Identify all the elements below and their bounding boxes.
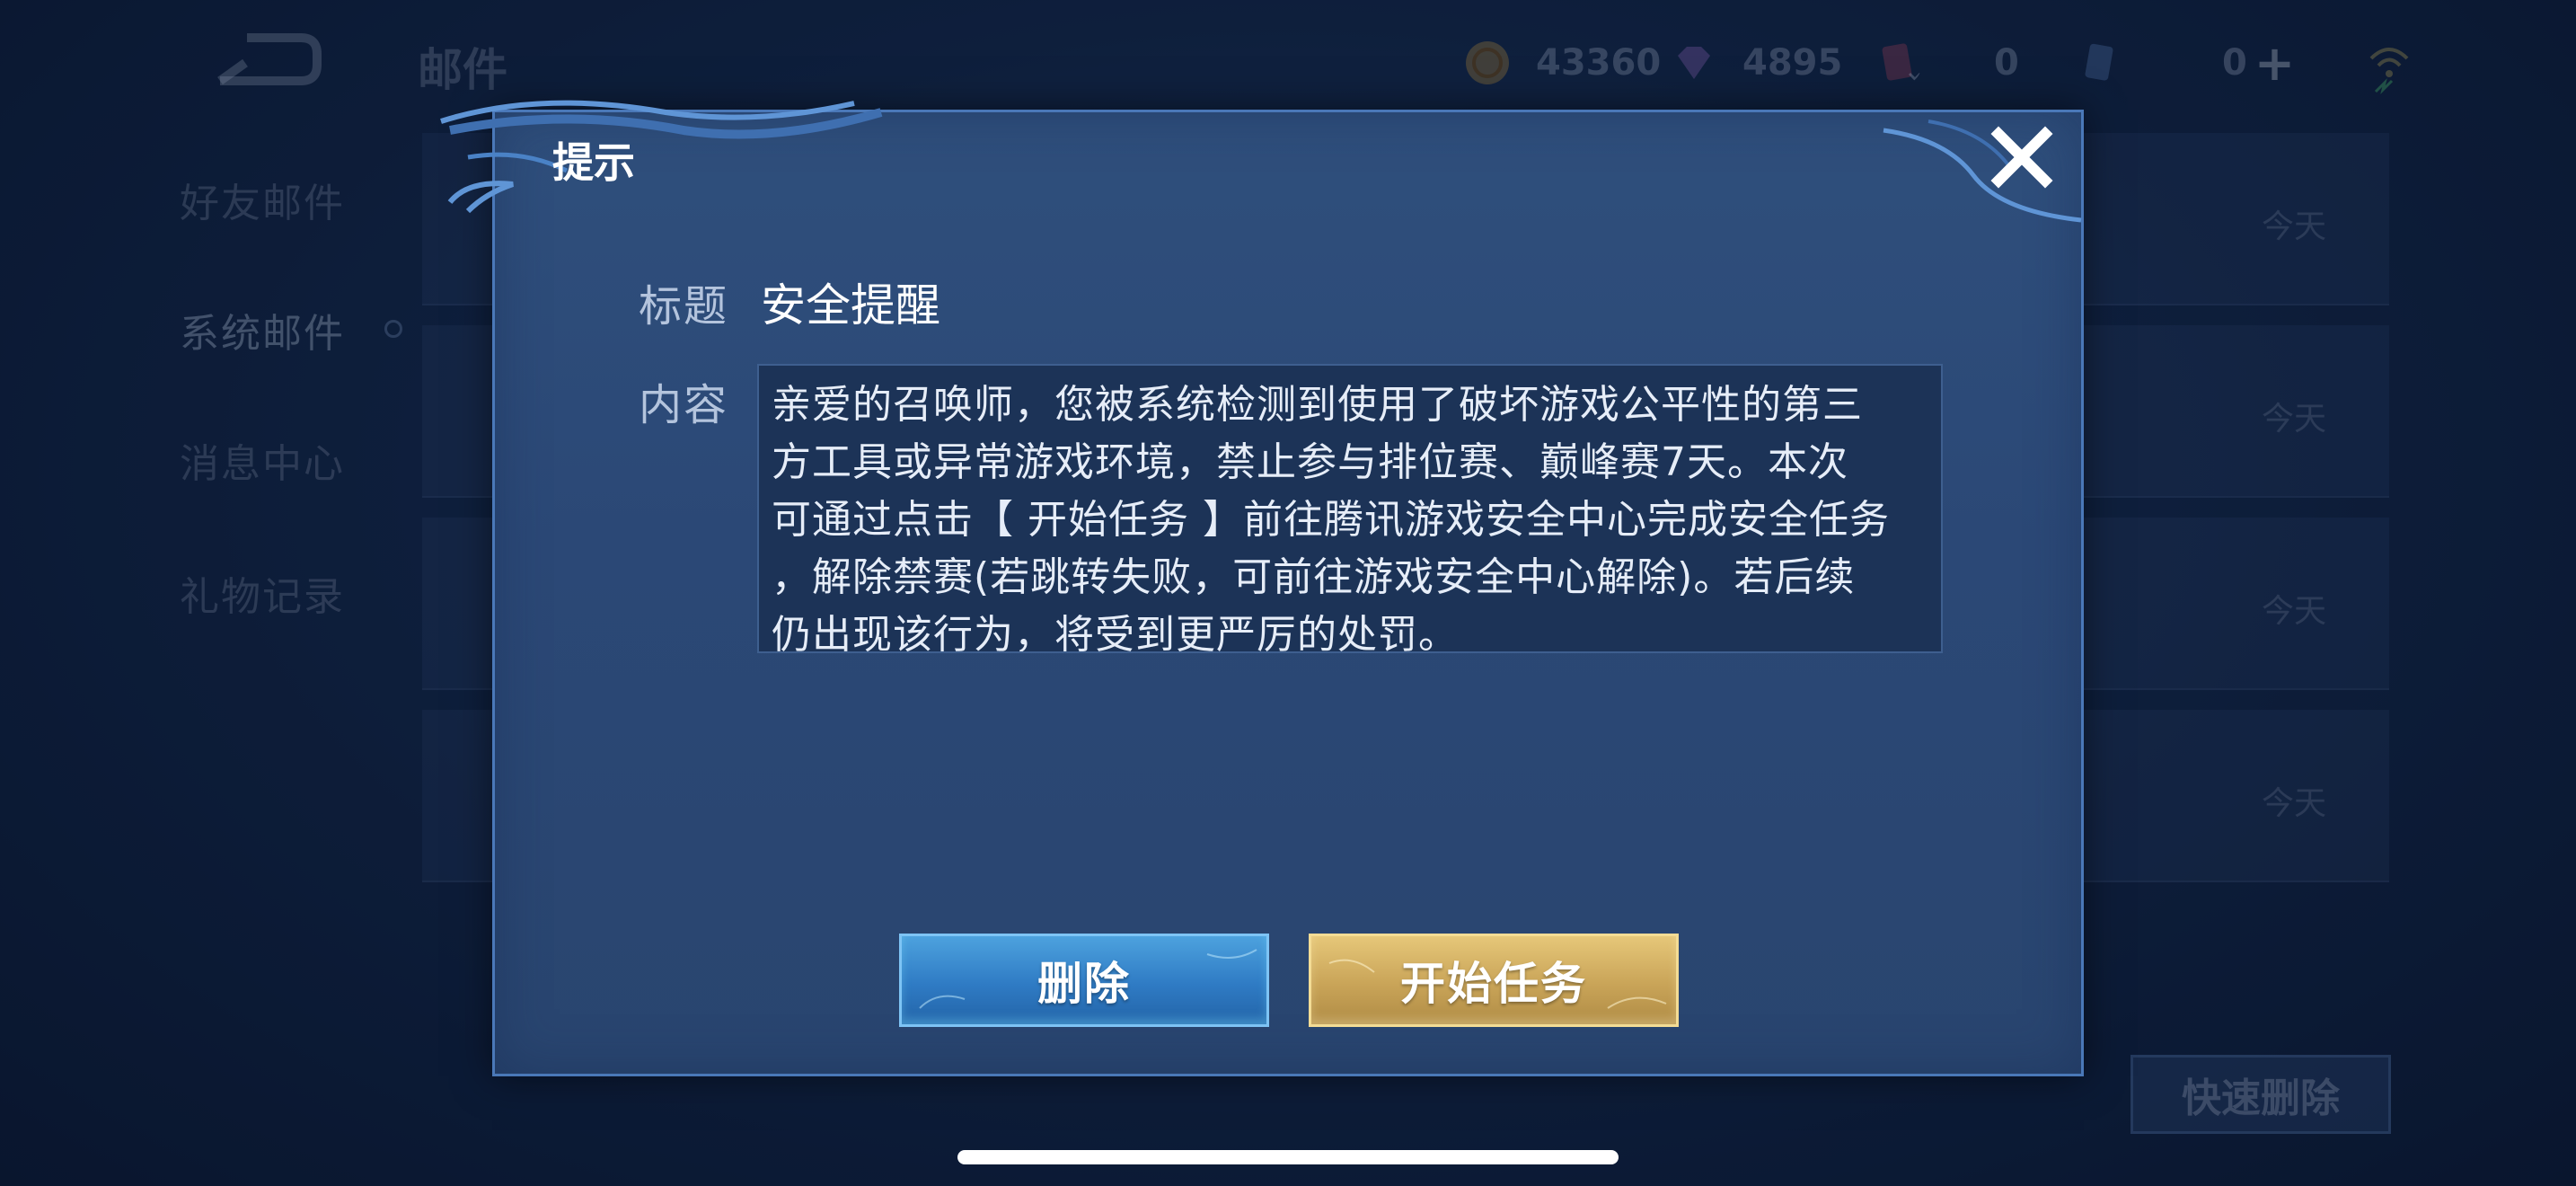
security-alert-dialog: 提示 标题 安全提醒 内容 亲爱的召唤师，您被系统检测到使用了破坏游戏公平性的第… [440,100,2084,1076]
dialog-title: 提示 [552,138,635,187]
subject-label: 标题 [639,281,729,332]
mail-content-box[interactable]: 亲爱的召唤师，您被系统检测到使用了破坏游戏公平性的第三 方工具或异常游戏环境，禁… [757,364,1943,653]
start-task-button[interactable]: 开始任务 [1309,934,1679,1027]
home-indicator[interactable] [957,1150,1619,1164]
mail-content-text: 亲爱的召唤师，您被系统检测到使用了破坏游戏公平性的第三 方工具或异常游戏环境，禁… [772,382,1890,653]
close-icon[interactable] [1986,121,2058,193]
content-label: 内容 [639,380,729,430]
delete-button[interactable]: 删除 [899,934,1269,1027]
mail-subject: 安全提醒 [761,279,940,332]
start-task-button-label: 开始任务 [1400,958,1587,1010]
delete-button-label: 删除 [1037,958,1131,1010]
ornament-swirl-icon [1883,119,2082,223]
ornament-swirl-icon [440,100,883,214]
